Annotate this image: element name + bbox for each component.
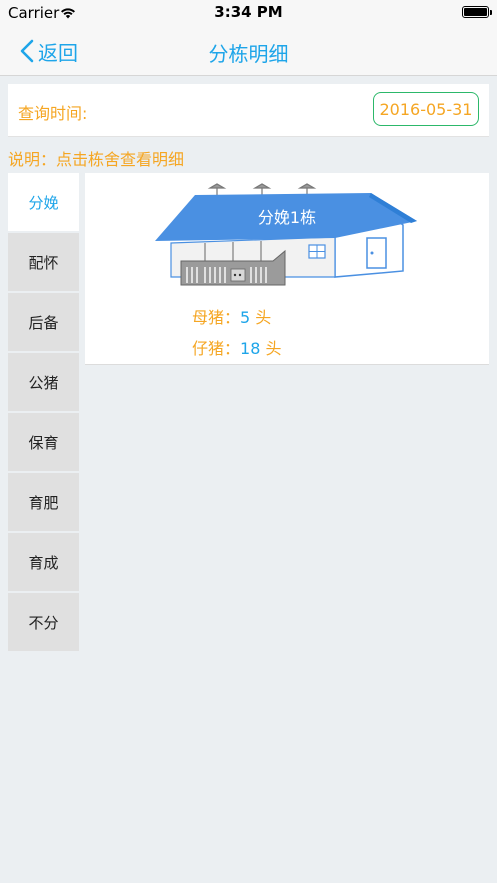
piglet-count: 18 [240, 339, 261, 358]
sidebar-item-gestation[interactable]: 配怀 [8, 233, 79, 291]
sidebar-item-grower[interactable]: 育成 [8, 533, 79, 591]
instruction-note: 说明：点击栋舍查看明细 [8, 150, 185, 169]
sidebar-item-unclassified[interactable]: 不分 [8, 593, 79, 651]
sow-count-row: 母猪：5 头 [192, 304, 271, 328]
query-row: 查询时间: 2016-05-31 [8, 84, 489, 137]
sow-unit: 头 [255, 308, 272, 327]
piglet-unit: 头 [265, 339, 282, 358]
sow-count: 5 [240, 308, 251, 327]
query-time-label: 查询时间: [18, 104, 88, 123]
status-bar: Carrier 3:34 PM [0, 0, 497, 26]
category-sidebar: 分娩 配怀 后备 公猪 保育 育肥 育成 不分 [8, 173, 79, 653]
navigation-bar: 返回 分栋明细 [0, 26, 497, 76]
piglet-count-row: 仔猪：18 头 [192, 335, 281, 359]
barn-card: 分娩1栋 母猪：5 头 仔猪：18 头 [85, 173, 489, 365]
barn-name: 分娩1栋 [257, 208, 317, 227]
sidebar-item-reserve[interactable]: 后备 [8, 293, 79, 351]
sidebar-item-finishing[interactable]: 育肥 [8, 473, 79, 531]
sidebar-item-boar[interactable]: 公猪 [8, 353, 79, 411]
battery-icon [462, 6, 492, 18]
sidebar-item-nursery[interactable]: 保育 [8, 413, 79, 471]
clock: 3:34 PM [214, 3, 283, 21]
page-title: 分栋明细 [208, 42, 289, 66]
piglet-label: 仔猪： [192, 339, 241, 358]
barn-building-icon[interactable] [155, 183, 420, 293]
date-picker-button[interactable]: 2016-05-31 [373, 92, 479, 126]
sow-label: 母猪： [192, 308, 241, 327]
sidebar-item-farrowing[interactable]: 分娩 [8, 173, 79, 231]
